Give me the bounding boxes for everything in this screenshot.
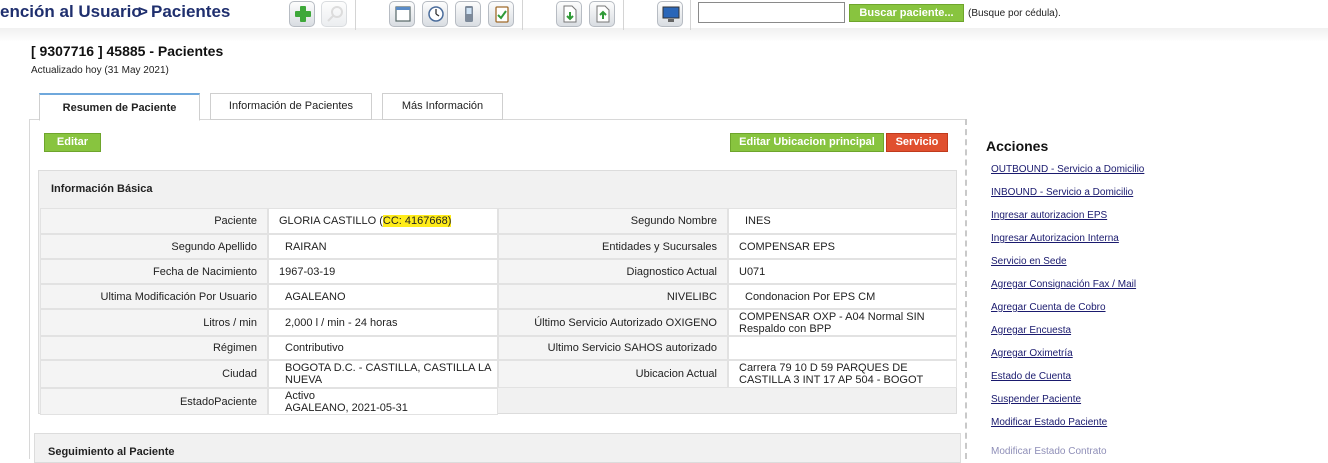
label-ultimo-servicio-sahos: Ultimo Servicio SAHOS autorizado xyxy=(498,336,728,360)
value-ultimo-servicio-oxigeno: COMPENSAR OXP - A04 Normal SIN Respaldo … xyxy=(728,309,957,336)
label-ultima-modificacion: Ultima Modificación Por Usuario xyxy=(40,284,268,309)
label-ubicacion-actual: Ubicacion Actual xyxy=(498,360,728,388)
edit-location-button[interactable]: Editar Ubicacion principal xyxy=(730,133,884,152)
label-regimen: Régimen xyxy=(40,336,268,360)
patient-name: GLORIA CASTILLO ( xyxy=(279,215,383,227)
value-nivelibc: Condonacion Por EPS CM xyxy=(728,284,957,309)
updated-timestamp: Actualizado hoy (31 May 2021) xyxy=(31,65,169,76)
value-estado-paciente: Activo AGALEANO, 2021-05-31 xyxy=(268,388,498,415)
tab-informacion[interactable]: Información de Pacientes xyxy=(210,93,372,120)
label-ultimo-servicio-oxigeno: Último Servicio Autorizado OXIGENO xyxy=(498,309,728,336)
action-oximetria[interactable]: Agregar Oximetría xyxy=(991,348,1073,359)
ciudad-text: BOGOTA D.C. - CASTILLA, CASTILLA LA NUEV… xyxy=(285,362,491,386)
search-input[interactable] xyxy=(698,2,845,23)
upload-document-icon[interactable] xyxy=(589,1,615,27)
clipboard-check-icon[interactable] xyxy=(488,1,514,27)
action-inbound[interactable]: INBOUND - Servicio a Domicilio xyxy=(991,187,1133,198)
search-hint: (Busque por cédula). xyxy=(968,8,1061,19)
label-litros-min: Litros / min xyxy=(40,309,268,336)
page-title: [ 9307716 ] 45885 - Pacientes xyxy=(31,43,224,59)
top-toolbar: ención al Usuario > Pacientes Buscar pac… xyxy=(0,0,1328,42)
phone-icon[interactable] xyxy=(455,1,481,27)
breadcrumb-separator: > xyxy=(138,2,148,21)
action-modificar-estado-contrato[interactable]: Modificar Estado Contrato xyxy=(991,446,1107,457)
value-ultima-modificacion: AGALEANO xyxy=(268,284,498,309)
followup-title: Seguimiento al Paciente xyxy=(48,446,175,458)
edit-button[interactable]: Editar xyxy=(44,133,101,152)
actions-title: Acciones xyxy=(986,138,1049,154)
label-ciudad: Ciudad xyxy=(40,360,268,388)
action-autorizacion-eps[interactable]: Ingresar autorizacion EPS xyxy=(991,210,1107,221)
basic-info-header: Información Básica xyxy=(51,183,153,195)
monitor-icon[interactable] xyxy=(657,1,683,27)
tab-resumen[interactable]: Resumen de Paciente xyxy=(39,93,200,121)
search-disabled-icon xyxy=(321,1,347,27)
label-entidades: Entidades y Sucursales xyxy=(498,234,728,259)
value-ultimo-servicio-sahos xyxy=(728,336,957,360)
label-estado-paciente: EstadoPaciente xyxy=(40,388,268,415)
value-regimen: Contributivo xyxy=(268,336,498,360)
toolbar-divider xyxy=(522,0,523,30)
value-litros-min: 2,000 l / min - 24 horas xyxy=(268,309,498,336)
label-fecha-nacimiento: Fecha de Nacimiento xyxy=(40,259,268,284)
value-ciudad: BOGOTA D.C. - CASTILLA, CASTILLA LA NUEV… xyxy=(268,360,498,388)
value-ubicacion-actual: Carrera 79 10 D 59 PARQUES DE CASTILLA 3… xyxy=(728,360,957,388)
estado-status: Activo xyxy=(285,390,315,402)
label-diagnostico: Diagnostico Actual xyxy=(498,259,728,284)
value-entidades: COMPENSAR EPS xyxy=(728,234,957,259)
action-modificar-estado-paciente[interactable]: Modificar Estado Paciente xyxy=(991,417,1107,428)
patient-id-badge: CC: 4167668) xyxy=(382,215,452,227)
action-suspender[interactable]: Suspender Paciente xyxy=(991,394,1081,405)
search-patient-button[interactable]: Buscar paciente... xyxy=(849,4,964,22)
action-consignacion[interactable]: Agregar Consignación Fax / Mail xyxy=(991,279,1136,290)
value-paciente: GLORIA CASTILLO (CC: 4167668) xyxy=(268,208,498,234)
add-patient-icon[interactable] xyxy=(289,1,315,27)
label-nivelibc: NIVELIBC xyxy=(498,284,728,309)
action-cuenta-cobro[interactable]: Agregar Cuenta de Cobro xyxy=(991,302,1106,313)
toolbar-divider xyxy=(623,0,624,30)
action-encuesta[interactable]: Agregar Encuesta xyxy=(991,325,1071,336)
toolbar-shadow xyxy=(0,28,1328,42)
value-segundo-nombre: INES xyxy=(728,208,957,234)
estado-detail: AGALEANO, 2021-05-31 xyxy=(285,402,408,414)
breadcrumb-current: Pacientes xyxy=(151,2,231,21)
toolbar-divider xyxy=(355,0,356,30)
toolbar-divider xyxy=(690,0,691,30)
breadcrumb-section[interactable]: ención al Usuario xyxy=(0,2,142,22)
action-outbound[interactable]: OUTBOUND - Servicio a Domicilio xyxy=(991,164,1144,175)
label-segundo-apellido: Segundo Apellido xyxy=(40,234,268,259)
panel-divider xyxy=(965,119,967,459)
clock-icon[interactable] xyxy=(422,1,448,27)
download-document-icon[interactable] xyxy=(556,1,582,27)
tab-mas-informacion[interactable]: Más Información xyxy=(382,93,503,120)
service-button[interactable]: Servicio xyxy=(886,133,948,152)
value-diagnostico: U071 xyxy=(728,259,957,284)
window-icon[interactable] xyxy=(389,1,415,27)
label-paciente: Paciente xyxy=(40,208,268,234)
label-segundo-nombre: Segundo Nombre xyxy=(498,208,728,234)
action-estado-cuenta[interactable]: Estado de Cuenta xyxy=(991,371,1071,382)
action-autorizacion-interna[interactable]: Ingresar Autorizacion Interna xyxy=(991,233,1119,244)
value-segundo-apellido: RAIRAN xyxy=(268,234,498,259)
value-fecha-nacimiento: 1967-03-19 xyxy=(268,259,498,284)
action-servicio-sede[interactable]: Servicio en Sede xyxy=(991,256,1067,267)
